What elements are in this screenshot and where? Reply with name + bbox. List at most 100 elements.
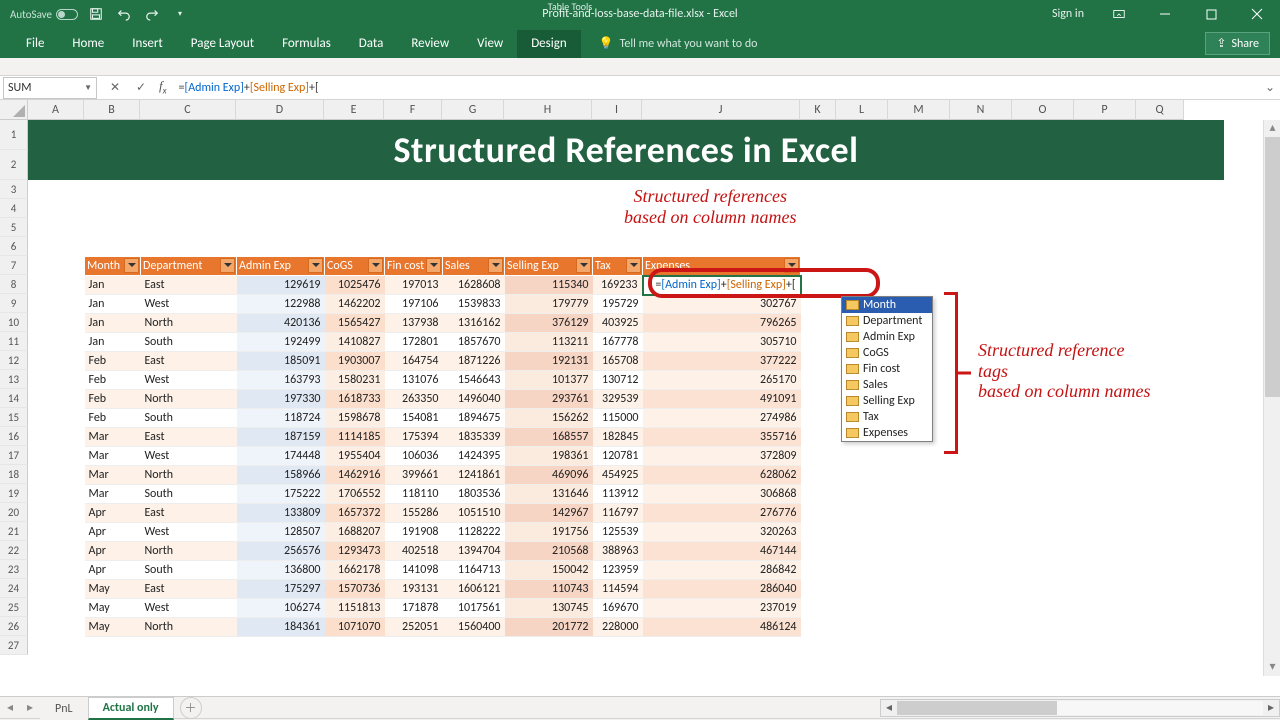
table-row[interactable]: AprEast133809165737215528610515101429671… bbox=[85, 504, 801, 523]
cell[interactable]: 197013 bbox=[385, 276, 443, 295]
cell[interactable]: 1565427 bbox=[325, 314, 385, 333]
cell[interactable]: 320263 bbox=[643, 523, 801, 542]
cell[interactable]: 305710 bbox=[643, 333, 801, 352]
new-sheet-button[interactable]: ＋ bbox=[180, 697, 202, 719]
scroll-left-icon[interactable]: ◂ bbox=[881, 700, 897, 715]
cell[interactable]: Apr bbox=[85, 542, 141, 561]
cell[interactable]: 1462916 bbox=[325, 466, 385, 485]
cell[interactable]: 118724 bbox=[237, 409, 325, 428]
redo-icon[interactable] bbox=[142, 4, 162, 24]
cell[interactable]: 123959 bbox=[593, 561, 643, 580]
cell[interactable]: 167778 bbox=[593, 333, 643, 352]
autocomplete-item[interactable]: Month bbox=[842, 297, 932, 313]
row-header-23[interactable]: 23 bbox=[0, 560, 28, 579]
cell[interactable]: 1410827 bbox=[325, 333, 385, 352]
cell[interactable]: May bbox=[85, 618, 141, 637]
cell[interactable]: 118110 bbox=[385, 485, 443, 504]
cell[interactable]: 1570736 bbox=[325, 580, 385, 599]
row-headers[interactable]: 1234567891011121314151617181920212223242… bbox=[0, 120, 28, 655]
cell[interactable]: 491091 bbox=[643, 390, 801, 409]
cell[interactable]: North bbox=[141, 542, 237, 561]
cell[interactable]: 1835339 bbox=[443, 428, 505, 447]
cell[interactable]: 1706552 bbox=[325, 485, 385, 504]
cell[interactable]: Mar bbox=[85, 428, 141, 447]
cell[interactable]: 306868 bbox=[643, 485, 801, 504]
table-row[interactable]: AprSouth13680016621781410981164713150042… bbox=[85, 561, 801, 580]
autocomplete-item[interactable]: Admin Exp bbox=[842, 329, 932, 345]
cell[interactable]: East bbox=[141, 428, 237, 447]
cell[interactable]: Apr bbox=[85, 523, 141, 542]
cell[interactable]: 1151813 bbox=[325, 599, 385, 618]
row-header-7[interactable]: 7 bbox=[0, 256, 28, 275]
scroll-right-icon[interactable]: ▸ bbox=[1263, 700, 1279, 715]
cell[interactable]: 228000 bbox=[593, 618, 643, 637]
row-header-6[interactable]: 6 bbox=[0, 237, 28, 256]
cell[interactable]: 120781 bbox=[593, 447, 643, 466]
scroll-down-icon[interactable]: ▾ bbox=[1264, 659, 1280, 676]
row-header-17[interactable]: 17 bbox=[0, 446, 28, 465]
cell[interactable]: 1017561 bbox=[443, 599, 505, 618]
filter-dropdown-icon[interactable] bbox=[426, 258, 441, 273]
cell[interactable]: 1071070 bbox=[325, 618, 385, 637]
cell[interactable]: 198361 bbox=[505, 447, 593, 466]
cell[interactable]: 171878 bbox=[385, 599, 443, 618]
cell[interactable]: 1025476 bbox=[325, 276, 385, 295]
cell[interactable]: 1114185 bbox=[325, 428, 385, 447]
col-header-N[interactable]: N bbox=[950, 100, 1012, 120]
cell[interactable]: 122988 bbox=[237, 295, 325, 314]
cell[interactable]: 1618733 bbox=[325, 390, 385, 409]
cell[interactable]: 1462202 bbox=[325, 295, 385, 314]
cell[interactable]: 115000 bbox=[593, 409, 643, 428]
cell[interactable]: 376129 bbox=[505, 314, 593, 333]
cell[interactable]: 164754 bbox=[385, 352, 443, 371]
cell[interactable]: 265170 bbox=[643, 371, 801, 390]
cell[interactable]: 136800 bbox=[237, 561, 325, 580]
table-header-fin-cost[interactable]: Fin cost bbox=[385, 257, 443, 276]
cell[interactable]: 201772 bbox=[505, 618, 593, 637]
cell[interactable]: 128507 bbox=[237, 523, 325, 542]
row-header-9[interactable]: 9 bbox=[0, 294, 28, 313]
cell[interactable]: 158966 bbox=[237, 466, 325, 485]
cell[interactable]: South bbox=[141, 561, 237, 580]
cell[interactable]: 1955404 bbox=[325, 447, 385, 466]
close-icon[interactable] bbox=[1234, 0, 1280, 28]
filter-dropdown-icon[interactable] bbox=[576, 258, 591, 273]
cell[interactable]: 1128222 bbox=[443, 523, 505, 542]
cell[interactable]: 172801 bbox=[385, 333, 443, 352]
row-header-26[interactable]: 26 bbox=[0, 617, 28, 636]
cell[interactable]: 1803536 bbox=[443, 485, 505, 504]
cell[interactable]: North bbox=[141, 466, 237, 485]
minimize-icon[interactable] bbox=[1142, 0, 1188, 28]
cell[interactable]: 191908 bbox=[385, 523, 443, 542]
cell[interactable]: Feb bbox=[85, 352, 141, 371]
table-row[interactable]: MarNorth15896614629163996611241861469096… bbox=[85, 466, 801, 485]
autocomplete-popup[interactable]: MonthDepartmentAdmin ExpCoGSFin costSale… bbox=[841, 296, 933, 442]
autocomplete-item[interactable]: Fin cost bbox=[842, 361, 932, 377]
cell[interactable]: 142967 bbox=[505, 504, 593, 523]
cell[interactable]: 1560400 bbox=[443, 618, 505, 637]
cell[interactable]: 165708 bbox=[593, 352, 643, 371]
cell[interactable]: 193131 bbox=[385, 580, 443, 599]
cell[interactable]: 628062 bbox=[643, 466, 801, 485]
col-header-P[interactable]: P bbox=[1074, 100, 1136, 120]
row-header-19[interactable]: 19 bbox=[0, 484, 28, 503]
cell[interactable]: 174448 bbox=[237, 447, 325, 466]
share-button[interactable]: ⇪ Share bbox=[1205, 32, 1270, 55]
cell[interactable]: South bbox=[141, 485, 237, 504]
cell[interactable]: 106036 bbox=[385, 447, 443, 466]
cell[interactable]: 210568 bbox=[505, 542, 593, 561]
maximize-icon[interactable] bbox=[1188, 0, 1234, 28]
table-header-department[interactable]: Department bbox=[141, 257, 237, 276]
table-row[interactable]: MarWest174448195540410603614243951983611… bbox=[85, 447, 801, 466]
cell[interactable]: 155286 bbox=[385, 504, 443, 523]
cell[interactable]: 420136 bbox=[237, 314, 325, 333]
cell[interactable]: 399661 bbox=[385, 466, 443, 485]
cell[interactable]: South bbox=[141, 333, 237, 352]
tab-review[interactable]: Review bbox=[397, 30, 463, 58]
enter-formula-icon[interactable]: ✓ bbox=[129, 77, 153, 99]
cell[interactable]: 116797 bbox=[593, 504, 643, 523]
cell[interactable]: East bbox=[141, 580, 237, 599]
cell[interactable]: 256576 bbox=[237, 542, 325, 561]
row-header-11[interactable]: 11 bbox=[0, 332, 28, 351]
col-header-E[interactable]: E bbox=[324, 100, 384, 120]
